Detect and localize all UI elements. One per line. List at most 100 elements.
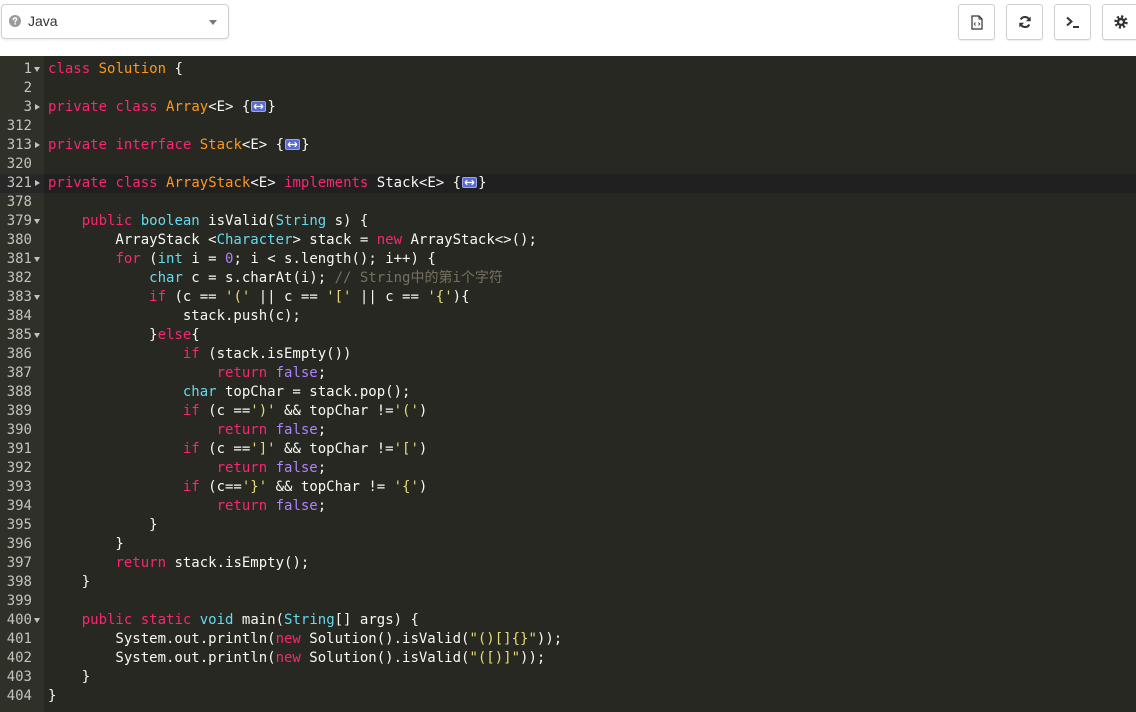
code-editor[interactable]: 1 class Solution {2 3 private class Array<E…: [0, 56, 1136, 712]
fold-collapsed-icon[interactable]: [32, 174, 44, 193]
code-text[interactable]: [44, 155, 1136, 174]
fold-placeholder-icon[interactable]: [251, 101, 267, 112]
code-token: System.out.println(: [48, 631, 276, 647]
code-text[interactable]: }: [44, 535, 1136, 554]
code-line[interactable]: 400 public static void main(String[] arg…: [0, 611, 1136, 630]
fold-expanded-icon[interactable]: [32, 250, 44, 269]
fold-placeholder-icon[interactable]: [462, 177, 478, 188]
language-select[interactable]: Java: [1, 4, 229, 39]
settings-button[interactable]: [1102, 4, 1136, 40]
file-code-button[interactable]: [958, 4, 995, 40]
code-line[interactable]: 390 return false;: [0, 421, 1136, 440]
code-text[interactable]: stack.push(c);: [44, 307, 1136, 326]
line-number: 320: [6, 156, 32, 172]
code-line[interactable]: 312: [0, 117, 1136, 136]
code-line[interactable]: 380 ArrayStack <Character> stack = new A…: [0, 231, 1136, 250]
code-lines[interactable]: 1 class Solution {2 3 private class Array<E…: [0, 60, 1136, 706]
code-text[interactable]: class Solution {: [44, 60, 1136, 79]
code-text[interactable]: return false;: [44, 497, 1136, 516]
code-line[interactable]: 391 if (c ==']' && topChar !='['): [0, 440, 1136, 459]
code-text[interactable]: public boolean isValid(String s) {: [44, 212, 1136, 231]
fold-collapsed-icon[interactable]: [32, 136, 44, 155]
code-line[interactable]: 320: [0, 155, 1136, 174]
code-text[interactable]: char topChar = stack.pop();: [44, 383, 1136, 402]
code-text[interactable]: return stack.isEmpty();: [44, 554, 1136, 573]
code-line[interactable]: 313 private interface Stack<E> {}: [0, 136, 1136, 155]
code-text[interactable]: if (c ==')' && topChar !='('): [44, 402, 1136, 421]
code-line[interactable]: 378: [0, 193, 1136, 212]
fold-expanded-icon[interactable]: [32, 212, 44, 231]
code-text[interactable]: return false;: [44, 421, 1136, 440]
console-button[interactable]: [1054, 4, 1091, 40]
code-text[interactable]: }: [44, 573, 1136, 592]
code-text[interactable]: for (int i = 0; i < s.length(); i++) {: [44, 250, 1136, 269]
question-circle-icon[interactable]: [9, 15, 21, 27]
code-text[interactable]: return false;: [44, 459, 1136, 478]
code-text[interactable]: [44, 193, 1136, 212]
code-line[interactable]: 386 if (stack.isEmpty()): [0, 345, 1136, 364]
fold-collapsed-icon[interactable]: [32, 98, 44, 117]
code-text[interactable]: if (c=='}' && topChar != '{'): [44, 478, 1136, 497]
code-text[interactable]: [44, 592, 1136, 611]
code-line[interactable]: 385 }else{: [0, 326, 1136, 345]
code-line[interactable]: 379 public boolean isValid(String s) {: [0, 212, 1136, 231]
fold-gutter-cell: [32, 554, 44, 573]
code-line[interactable]: 398 }: [0, 573, 1136, 592]
code-text[interactable]: char c = s.charAt(i); // String中的第i个字符: [44, 269, 1136, 288]
code-text[interactable]: [44, 79, 1136, 98]
code-text[interactable]: [44, 117, 1136, 136]
code-line[interactable]: 387 return false;: [0, 364, 1136, 383]
keyword-token: private: [48, 175, 108, 191]
code-text[interactable]: if (c ==']' && topChar !='['): [44, 440, 1136, 459]
code-text[interactable]: ArrayStack <Character> stack = new Array…: [44, 231, 1136, 250]
code-line[interactable]: 402 System.out.println(new Solution().is…: [0, 649, 1136, 668]
code-line[interactable]: 388 char topChar = stack.pop();: [0, 383, 1136, 402]
code-text[interactable]: }: [44, 687, 1136, 706]
code-line[interactable]: 404}: [0, 687, 1136, 706]
code-line[interactable]: 3 private class Array<E> {}: [0, 98, 1136, 117]
code-line[interactable]: 381 for (int i = 0; i < s.length(); i++)…: [0, 250, 1136, 269]
code-line[interactable]: 397 return stack.isEmpty();: [0, 554, 1136, 573]
fold-expanded-icon[interactable]: [32, 611, 44, 630]
fold-expanded-icon[interactable]: [32, 288, 44, 307]
code-text[interactable]: }: [44, 516, 1136, 535]
code-line[interactable]: 389 if (c ==')' && topChar !='('): [0, 402, 1136, 421]
keyword-token: public: [81, 213, 133, 229]
code-text[interactable]: public static void main(String[] args) {: [44, 611, 1136, 630]
code-line[interactable]: 384 stack.push(c);: [0, 307, 1136, 326]
code-line[interactable]: 401 System.out.println(new Solution().is…: [0, 630, 1136, 649]
code-line[interactable]: 392 return false;: [0, 459, 1136, 478]
code-text[interactable]: }: [44, 668, 1136, 687]
code-line[interactable]: 393 if (c=='}' && topChar != '{'): [0, 478, 1136, 497]
code-text[interactable]: if (stack.isEmpty()): [44, 345, 1136, 364]
code-line[interactable]: 1 class Solution {: [0, 60, 1136, 79]
code-text[interactable]: }else{: [44, 326, 1136, 345]
keyword-token: return: [216, 498, 268, 514]
code-line[interactable]: 2: [0, 79, 1136, 98]
code-line[interactable]: 394 return false;: [0, 497, 1136, 516]
code-line[interactable]: 395 }: [0, 516, 1136, 535]
code-text[interactable]: private class ArrayStack<E> implements S…: [44, 174, 1136, 193]
code-line[interactable]: 399: [0, 592, 1136, 611]
code-text[interactable]: private class Array<E> {}: [44, 98, 1136, 117]
code-text[interactable]: System.out.println(new Solution().isVali…: [44, 649, 1136, 668]
fold-placeholder-icon[interactable]: [285, 139, 301, 150]
code-line[interactable]: 382 char c = s.charAt(i); // String中的第i个…: [0, 269, 1136, 288]
code-text[interactable]: System.out.println(new Solution().isVali…: [44, 630, 1136, 649]
code-line[interactable]: 403 }: [0, 668, 1136, 687]
reset-code-button[interactable]: [1006, 4, 1043, 40]
code-line[interactable]: 383 if (c == '(' || c == '[' || c == '{'…: [0, 288, 1136, 307]
code-text[interactable]: private interface Stack<E> {}: [44, 136, 1136, 155]
code-text[interactable]: if (c == '(' || c == '[' || c == '{'){: [44, 288, 1136, 307]
keyword-token: return: [216, 422, 268, 438]
code-line[interactable]: 396 }: [0, 535, 1136, 554]
fold-expanded-icon[interactable]: [32, 326, 44, 345]
keyword-token: for: [115, 251, 141, 267]
active-code-line[interactable]: 321 private class ArrayStack<E> implement…: [0, 174, 1136, 193]
fold-expanded-icon[interactable]: [32, 60, 44, 79]
code-text[interactable]: return false;: [44, 364, 1136, 383]
